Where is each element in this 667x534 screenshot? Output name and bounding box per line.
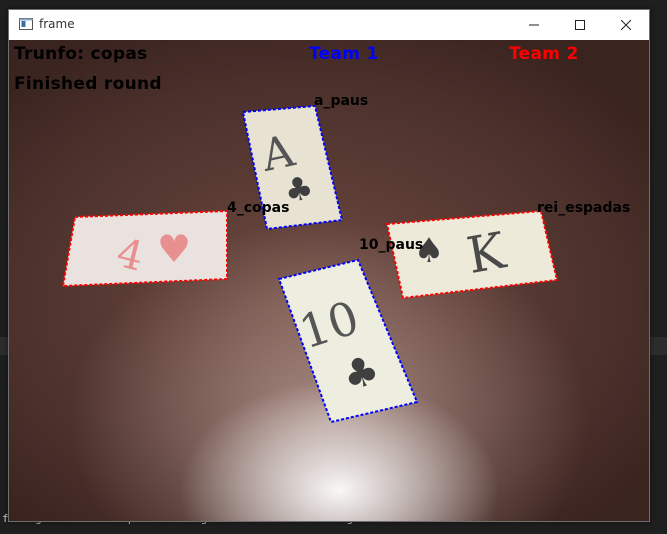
frame-window[interactable]: frame A ♣ 4 ♥ ♠ K 10 ♣ Trunfo: copas Fin… [8, 9, 650, 522]
round-status-text: Finished round [14, 74, 162, 94]
card-label-rei-espadas: rei_espadas [537, 200, 631, 216]
close-button[interactable] [603, 10, 649, 40]
card-label-4-copas: 4_copas [227, 200, 290, 216]
card-4-copas: 4 ♥ [61, 209, 228, 288]
hearts-suit-icon: ♥ [157, 227, 191, 271]
card-label-10-paus: 10_paus [359, 237, 424, 253]
team2-label: Team 2 [509, 44, 579, 64]
title-bar[interactable]: frame [9, 10, 649, 40]
maximize-icon [575, 20, 585, 30]
maximize-button[interactable] [557, 10, 603, 40]
camera-frame: A ♣ 4 ♥ ♠ K 10 ♣ Trunfo: copas Finished … [9, 40, 649, 521]
card-rei-espadas: ♠ K [385, 209, 559, 300]
app-window-icon [19, 18, 33, 30]
close-icon [621, 20, 631, 30]
window-title: frame [39, 17, 75, 31]
minimize-icon [529, 24, 539, 26]
minimize-button[interactable] [511, 10, 557, 40]
card-10-paus: 10 ♣ [277, 258, 419, 424]
card-detections: A ♣ 4 ♥ ♠ K 10 ♣ [61, 104, 559, 424]
trunfo-text: Trunfo: copas [14, 44, 148, 64]
card-label-a-paus: a_paus [314, 93, 369, 109]
team1-label: Team 1 [309, 44, 379, 64]
